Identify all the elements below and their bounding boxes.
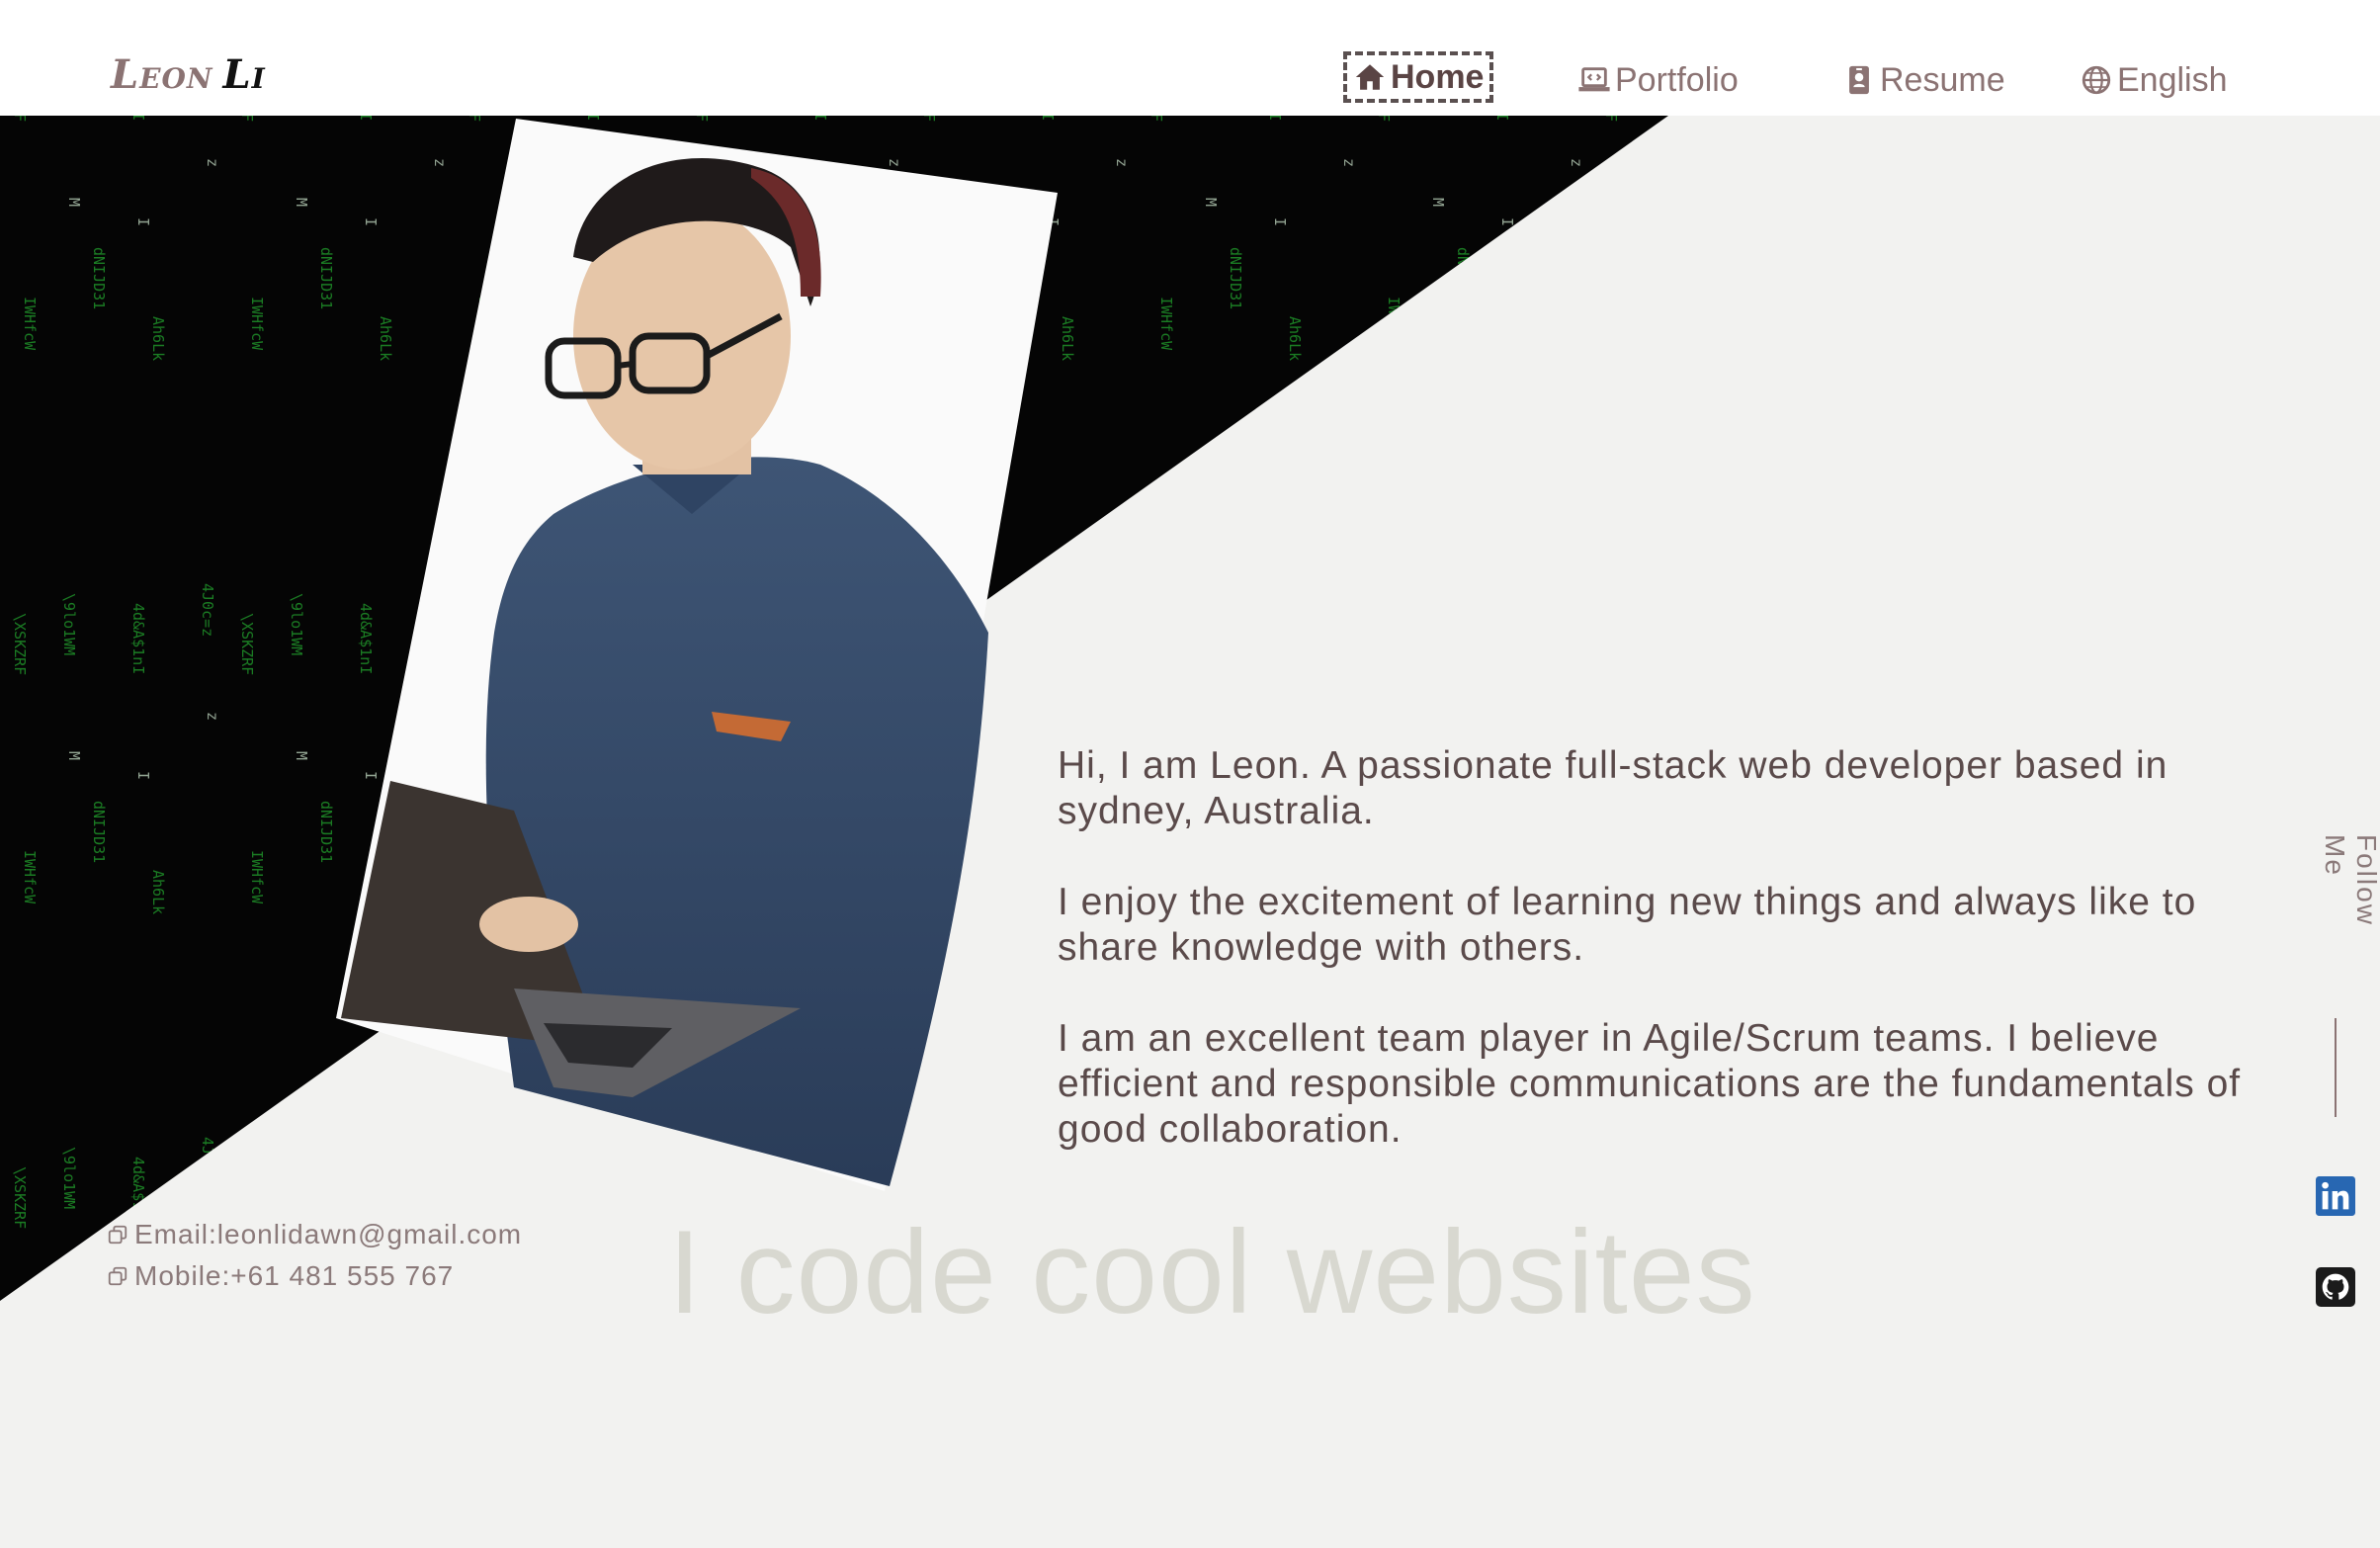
- id-badge-icon: [1849, 65, 1869, 95]
- tagline: I code cool websites: [668, 1206, 1756, 1338]
- nav-resume[interactable]: Resume: [1842, 53, 2005, 107]
- copy-icon[interactable]: [107, 1224, 128, 1246]
- nav-portfolio[interactable]: Portfolio: [1577, 53, 1739, 107]
- site-header: Leon Li Home Portfolio Resume English: [0, 0, 2380, 116]
- follow-me-label: Follow Me: [2320, 834, 2380, 926]
- site-logo[interactable]: Leon Li: [111, 51, 266, 98]
- nav-portfolio-label: Portfolio: [1615, 60, 1739, 99]
- follow-me: Follow Me: [2319, 834, 2380, 973]
- email-text: Email:leonlidawn@gmail.com: [134, 1219, 523, 1249]
- nav-language-label: English: [2117, 60, 2228, 99]
- intro-paragraph: Hi, I am Leon. A passionate full-stack w…: [1058, 744, 2168, 832]
- globe-icon: [2082, 65, 2111, 95]
- home-icon: [1355, 64, 1385, 90]
- page: \XSKZRF \9lo1WM 4d&A$1nI 4J0c=z IWHfcW d…: [0, 0, 2380, 1548]
- mobile-contact[interactable]: Mobile:+61 481 555 767: [107, 1255, 522, 1297]
- email-contact[interactable]: Email:leonlidawn@gmail.com: [107, 1214, 522, 1255]
- intro-paragraph: I am an excellent team player in Agile/S…: [1058, 1017, 2242, 1151]
- copy-icon[interactable]: [107, 1265, 128, 1287]
- mobile-text: Mobile:+61 481 555 767: [134, 1260, 455, 1291]
- logo-last-name: Li: [222, 51, 266, 98]
- intro-paragraph: I enjoy the excitement of learning new t…: [1058, 881, 2197, 969]
- logo-first-name: Leon: [111, 51, 213, 98]
- nav-home[interactable]: Home: [1343, 51, 1494, 103]
- nav-resume-label: Resume: [1880, 60, 2005, 99]
- follow-divider: [2335, 1018, 2337, 1117]
- intro-text: Hi, I am Leon. A passionate full-stack w…: [1058, 743, 2273, 1198]
- laptop-code-icon: [1578, 67, 1610, 92]
- linkedin-icon[interactable]: [2316, 1176, 2355, 1216]
- contact-info: Email:leonlidawn@gmail.com Mobile:+61 48…: [107, 1214, 522, 1297]
- nav-language[interactable]: English: [2080, 53, 2228, 107]
- nav-home-label: Home: [1391, 57, 1485, 96]
- github-icon[interactable]: [2316, 1267, 2355, 1307]
